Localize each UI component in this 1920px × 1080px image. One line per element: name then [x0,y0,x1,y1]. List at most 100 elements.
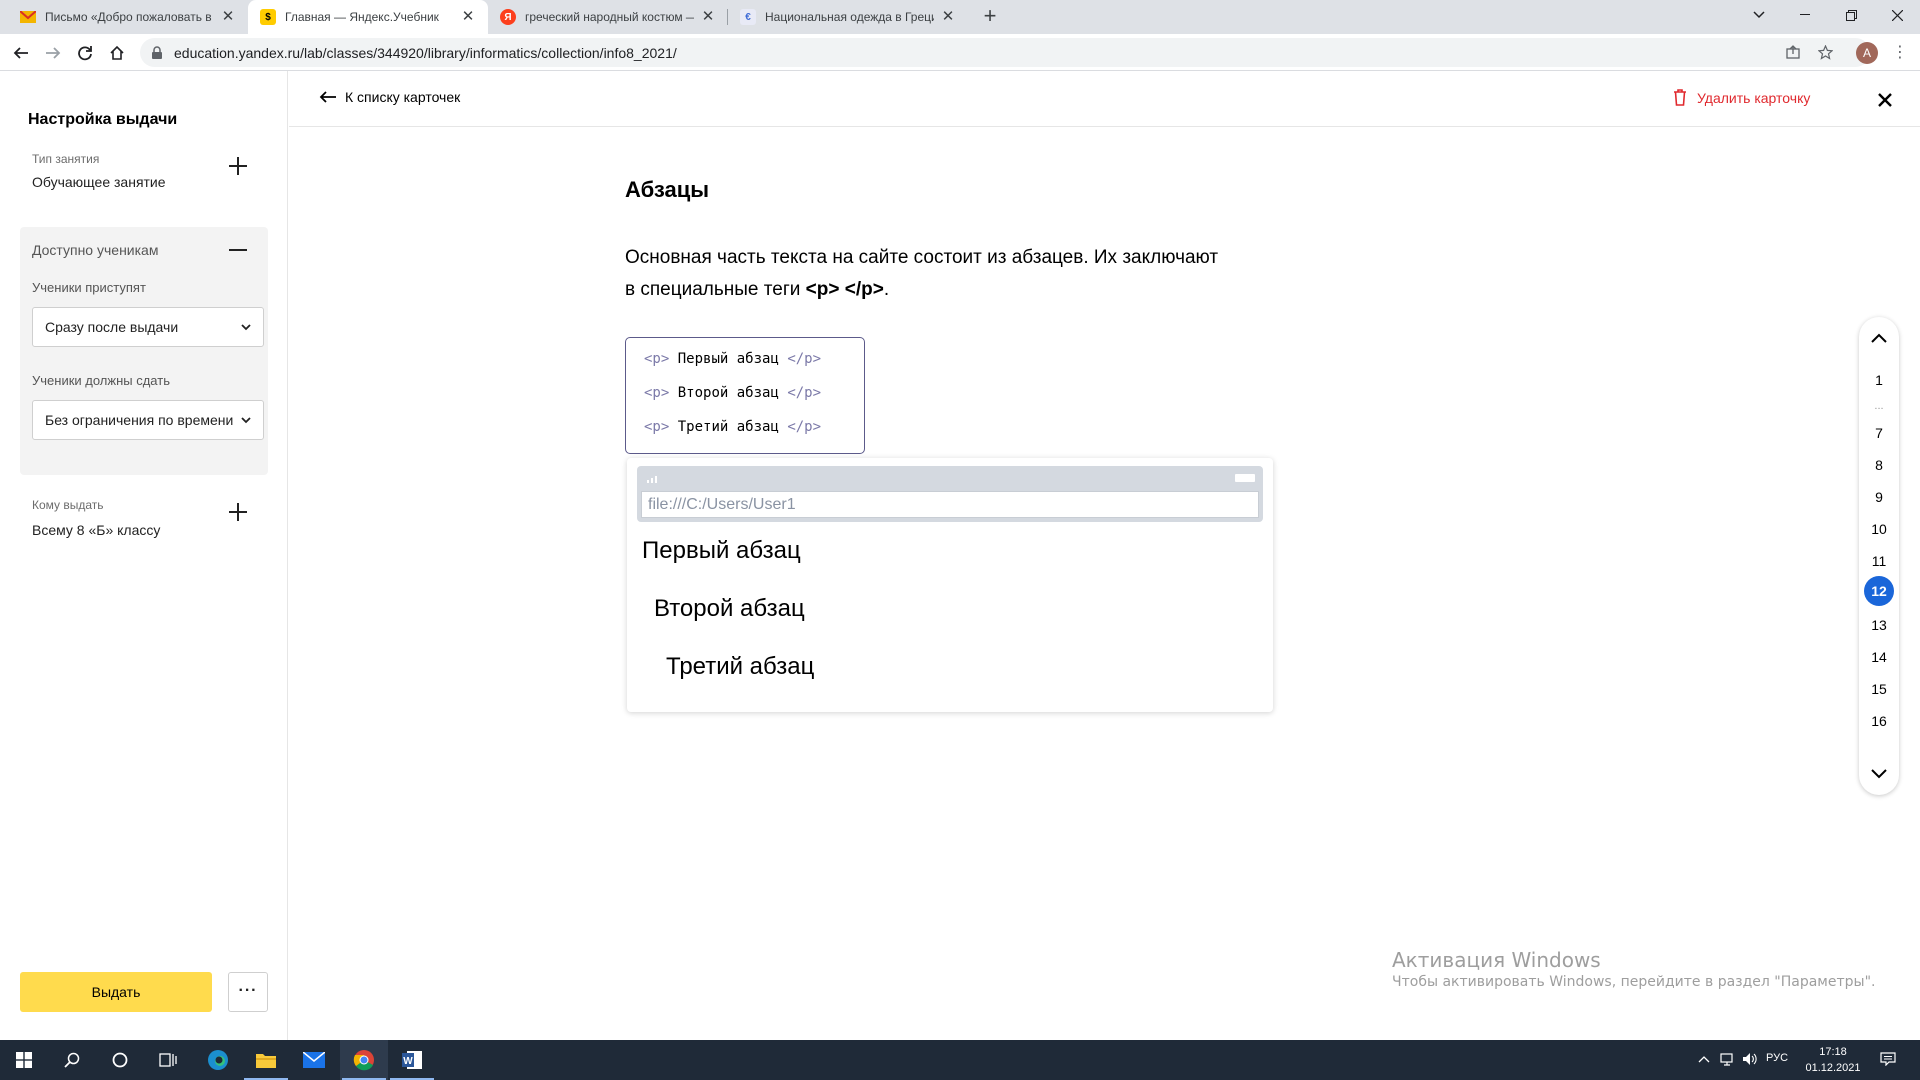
more-options-button[interactable]: ··· [228,972,268,1012]
tray-chevron-up-icon[interactable] [1698,1052,1710,1066]
close-tab-icon[interactable]: ✕ [460,9,476,25]
collapse-availability-icon[interactable] [227,239,249,261]
browser-tab-yandex-search[interactable]: Я греческий народный костюм — ✕ [488,0,728,34]
browser-preview: file:///C:/Users/User1 Первый абзац Втор… [627,458,1273,712]
chevron-down-icon[interactable] [1869,763,1889,783]
card-text-tags: <p> </p> [805,279,884,300]
card-page-navigator: 1 ... 7 8 9 10 11 12 13 14 15 16 [1859,317,1899,795]
browser-toolbar: education.yandex.ru/lab/classes/344920/l… [0,34,1920,71]
browser-tab-greece[interactable]: € Национальная одежда в Греци ✕ [728,0,968,34]
deadline-select[interactable]: Без ограничения по времени [32,400,264,440]
sidebar-title: Настройка выдачи [28,111,178,128]
preview-paragraph-1: Первый абзац [642,537,801,564]
page-item[interactable]: 10 [1859,520,1899,538]
url-text: education.yandex.ru/lab/classes/344920/l… [174,44,677,61]
tab-title: Национальная одежда в Греци [765,10,934,24]
page-item[interactable]: 13 [1859,616,1899,634]
add-lesson-type-icon[interactable] [227,155,249,177]
browser-tab-strip: Письмо «Добро пожаловать в Я ✕ $ Главная… [0,0,1920,34]
forward-arrow-icon[interactable] [40,40,66,66]
page-item[interactable]: 1 [1859,371,1899,389]
clock[interactable]: 17:18 01.12.2021 [1803,1044,1863,1076]
page-item[interactable]: 9 [1859,488,1899,506]
code-line: <p> Второй абзац </p> [644,385,822,401]
page-item[interactable]: 11 [1859,552,1899,570]
close-tab-icon[interactable]: ✕ [940,9,956,25]
chevron-down-icon [241,417,251,424]
browser-tab-mail[interactable]: Письмо «Добро пожаловать в Я ✕ [8,0,248,34]
close-window-icon[interactable] [1874,0,1920,30]
chevron-down-icon [241,324,251,331]
address-bar[interactable]: education.yandex.ru/lab/classes/344920/l… [140,38,1870,67]
deadline-select-value: Без ограничения по времени [45,412,234,428]
bookmark-star-icon[interactable] [1817,44,1834,64]
page-item[interactable]: 15 [1859,680,1899,698]
task-view-icon[interactable] [144,1040,192,1080]
windows-activation-subtitle: Чтобы активировать Windows, перейдите в … [1392,974,1876,990]
delete-card-label: Удалить карточку [1697,89,1811,106]
volume-icon[interactable] [1742,1052,1758,1069]
page-item[interactable]: 14 [1859,648,1899,666]
clock-date: 01.12.2021 [1805,1062,1861,1074]
notifications-icon[interactable] [1880,1052,1896,1069]
close-icon[interactable] [1874,89,1896,111]
card-text-line1: Основная часть текста на сайте состоит и… [625,247,1219,268]
share-icon[interactable] [1786,45,1800,63]
code-example: <p> Первый абзац </p> <p> Второй абзац <… [625,337,865,454]
browser-menu-icon[interactable]: ⋮ [1892,42,1908,64]
cortana-icon[interactable] [96,1040,144,1080]
yandex-icon: Я [500,9,516,25]
page-item[interactable]: 16 [1859,712,1899,730]
network-icon[interactable] [1720,1052,1736,1069]
back-to-cards-link[interactable]: К списку карточек [319,89,460,105]
start-select-value: Сразу после выдачи [45,319,179,335]
close-tab-icon[interactable]: ✕ [220,9,236,25]
chevron-up-icon[interactable] [1869,329,1889,349]
card-text-line2-prefix: в специальные теги [625,279,806,300]
edge-icon[interactable] [194,1040,242,1080]
search-icon[interactable] [48,1040,96,1080]
code-line: <p> Первый абзац </p> [644,351,822,367]
card-header: К списку карточек Удалить карточку [289,71,1920,127]
word-icon[interactable]: W [388,1040,436,1080]
new-tab-button[interactable]: + [978,5,1002,29]
chrome-icon[interactable] [340,1040,388,1080]
start-select[interactable]: Сразу после выдачи [32,307,264,347]
windows-activation-title: Активация Windows [1392,948,1601,972]
reload-icon[interactable] [72,40,98,66]
start-label: Ученики приступят [32,280,146,295]
windows-start-icon[interactable] [0,1040,48,1080]
availability-panel: Доступно ученикам Ученики приступят Сраз… [20,227,268,475]
mail-icon [20,9,36,25]
file-explorer-icon[interactable] [242,1040,290,1080]
issue-settings-sidebar: Настройка выдачи Тип занятия Обучающее з… [0,71,288,1040]
add-recipients-icon[interactable] [227,501,249,523]
page-item[interactable]: 7 [1859,424,1899,442]
lock-icon [152,45,162,59]
mail-app-icon[interactable] [290,1040,338,1080]
back-arrow-icon[interactable] [8,40,34,66]
site-icon: € [740,9,756,25]
signal-icon [647,476,657,483]
windows-taskbar: W РУС 17:18 01.12.2021 [0,1040,1920,1080]
close-tab-icon[interactable]: ✕ [700,9,716,25]
restore-icon[interactable] [1828,0,1874,30]
issue-button[interactable]: Выдать [20,972,212,1012]
page-item[interactable]: 8 [1859,456,1899,474]
arrow-left-icon [319,91,336,103]
input-language[interactable]: РУС [1766,1052,1788,1064]
tab-title: Письмо «Добро пожаловать в Я [45,10,214,24]
page-ellipsis: ... [1874,400,1884,412]
tab-search-icon[interactable] [1736,0,1782,30]
page-item-active[interactable]: 12 [1864,576,1894,606]
preview-browser-bar: file:///C:/Users/User1 [637,466,1263,522]
delete-card-link[interactable]: Удалить карточку [1673,89,1810,106]
assign-to-value: Всему 8 «Б» классу [32,522,161,538]
profile-avatar[interactable]: A [1856,42,1878,64]
assign-to-label: Кому выдать [32,498,104,512]
tab-title: Главная — Яндекс.Учебник [285,10,439,24]
browser-tab-uchebnik[interactable]: $ Главная — Яндекс.Учебник ✕ [248,0,488,34]
minimize-icon[interactable] [1782,0,1828,30]
home-icon[interactable] [104,40,130,66]
yandex-uchebnik-icon: $ [260,9,276,25]
